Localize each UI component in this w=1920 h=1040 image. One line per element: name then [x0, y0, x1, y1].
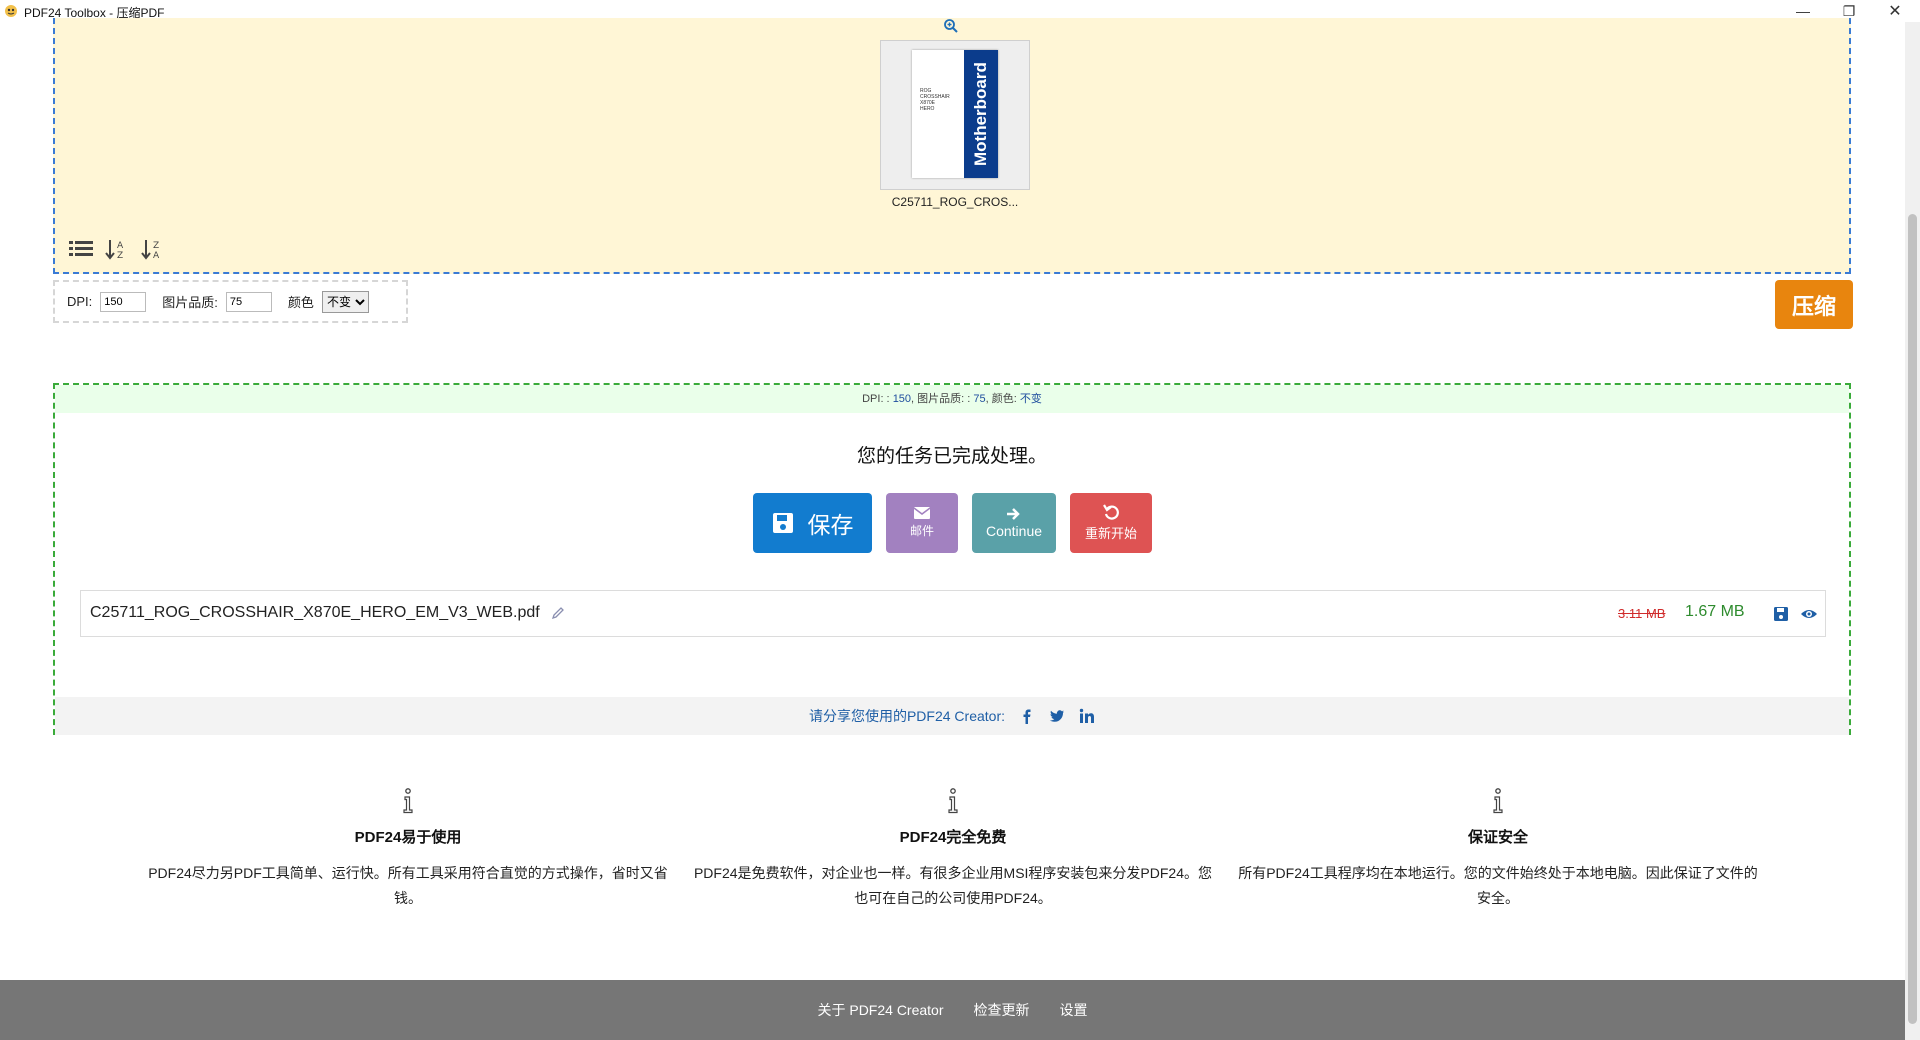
dpi-input[interactable]	[100, 291, 147, 312]
compress-button[interactable]: 压缩	[1775, 280, 1853, 329]
save-label: 保存	[807, 512, 854, 538]
zoom-in-icon[interactable]	[943, 18, 959, 34]
envelope-icon	[914, 507, 930, 519]
feature-easy: PDF24易于使用 PDF24尽力另PDF工具简单、运行快。所有工具采用符合直觉…	[143, 788, 673, 911]
restart-button[interactable]: 重新开始	[1070, 493, 1152, 553]
svg-text:A: A	[153, 251, 160, 260]
thumbnail-file-name: C25711_ROG_CROS...	[891, 195, 1019, 209]
pdf24-app-icon	[5, 5, 17, 17]
drop-area-toolbar: A Z Z A	[69, 238, 165, 260]
thumbnail-brand-text: Motherboard	[971, 62, 990, 166]
summary-quality-value: 75	[973, 393, 986, 405]
color-label: 颜色	[287, 295, 314, 310]
sort-ascending-icon[interactable]: A Z	[105, 238, 129, 260]
summary-dpi-label: DPI: :	[862, 393, 890, 405]
color-select[interactable]: 不变	[321, 290, 369, 313]
svg-text:A: A	[117, 241, 124, 251]
summary-dpi-value: 150	[892, 393, 912, 405]
feature-text: PDF24是免费软件，对企业也一样。有很多企业用MSI程序安装包来分发PDF24…	[693, 865, 1213, 906]
quality-input[interactable]	[225, 291, 272, 312]
feature-text: PDF24尽力另PDF工具简单、运行快。所有工具采用符合直觉的方式操作，省时又省…	[148, 865, 668, 906]
share-bar: 请分享您使用的PDF24 Creator:	[55, 697, 1849, 735]
vertical-scrollbar[interactable]	[1905, 22, 1920, 1040]
mail-button[interactable]: 邮件	[886, 493, 958, 553]
result-actions: 保存 邮件 Continue 重新开始	[753, 493, 1152, 553]
dpi-label: DPI:	[67, 294, 93, 309]
file-drop-area[interactable]: ROG CROSSHAIR X870E HERO Motherboard C25…	[53, 18, 1851, 274]
save-button[interactable]: 保存	[753, 493, 872, 553]
footer-check-update-link[interactable]: 检查更新	[974, 1000, 1030, 1020]
summary-quality-label: , 图片品质: :	[911, 393, 971, 405]
footer-settings-link[interactable]: 设置	[1060, 1000, 1088, 1020]
feature-free: PDF24完全免费 PDF24是免费软件，对企业也一样。有很多企业用MSI程序安…	[688, 788, 1218, 911]
svg-text:Z: Z	[117, 251, 123, 260]
mail-label: 邮件	[909, 524, 934, 538]
original-size: 3.11 MB	[1618, 606, 1666, 621]
feature-text: 所有PDF24工具程序均在本地运行。您的文件始终处于本地电脑。因此保证了文件的安…	[1238, 865, 1758, 906]
thumbnail-page: ROG CROSSHAIR X870E HERO Motherboard	[912, 50, 998, 178]
result-panel: DPI: : 150, 图片品质: : 75, 颜色: 不变 您的任务已完成处理…	[53, 383, 1851, 735]
info-icon	[403, 788, 413, 814]
compression-options: DPI: 图片品质: 颜色 不变	[53, 280, 408, 323]
footer-about-link[interactable]: 关于 PDF24 Creator	[817, 1000, 943, 1020]
continue-button[interactable]: Continue	[972, 493, 1056, 553]
svg-text:Z: Z	[153, 241, 159, 251]
compressed-size: 1.67 MB	[1685, 603, 1745, 620]
undo-icon	[1103, 504, 1119, 520]
continue-label: Continue	[985, 522, 1043, 539]
summary-color-value: 不变	[1019, 393, 1042, 405]
close-button[interactable]: ✕	[1872, 0, 1918, 22]
info-icon	[1493, 788, 1503, 814]
footer-bar: 关于 PDF24 Creator 检查更新 设置	[0, 980, 1905, 1040]
file-thumbnail[interactable]: ROG CROSSHAIR X870E HERO Motherboard	[880, 40, 1030, 190]
restart-label: 重新开始	[1084, 526, 1137, 541]
facebook-icon[interactable]	[1019, 708, 1035, 724]
feature-secure: 保证安全 所有PDF24工具程序均在本地运行。您的文件始终处于本地电脑。因此保证…	[1233, 788, 1763, 911]
floppy-disk-icon	[772, 513, 793, 533]
done-message: 您的任务已完成处理。	[856, 446, 1047, 467]
share-text: 请分享您使用的PDF24 Creator:	[808, 708, 1006, 724]
feature-title: 保证安全	[1467, 829, 1528, 846]
result-settings-summary: DPI: : 150, 图片品质: : 75, 颜色: 不变	[55, 385, 1849, 413]
result-file-name: C25711_ROG_CROSSHAIR_X870E_HERO_EM_V3_WE…	[90, 604, 540, 621]
list-view-icon[interactable]	[69, 238, 93, 260]
eye-icon[interactable]	[1800, 606, 1818, 622]
quality-label: 图片品质:	[162, 295, 218, 310]
twitter-icon[interactable]	[1049, 708, 1065, 724]
feature-title: PDF24易于使用	[354, 829, 462, 846]
thumbnail-small-text: ROG CROSSHAIR X870E HERO	[920, 88, 950, 112]
sort-descending-icon[interactable]: Z A	[141, 238, 165, 260]
summary-color-label: , 颜色:	[985, 393, 1017, 405]
linkedin-icon[interactable]	[1079, 708, 1095, 724]
result-file-row: C25711_ROG_CROSSHAIR_X870E_HERO_EM_V3_WE…	[80, 590, 1826, 637]
file-save-icon[interactable]	[1773, 606, 1789, 622]
pencil-icon[interactable]	[550, 605, 566, 621]
info-icon	[948, 788, 958, 814]
arrow-right-icon	[1007, 507, 1020, 520]
scrollbar-thumb[interactable]	[1908, 214, 1917, 1024]
feature-title: PDF24完全免费	[899, 829, 1007, 846]
